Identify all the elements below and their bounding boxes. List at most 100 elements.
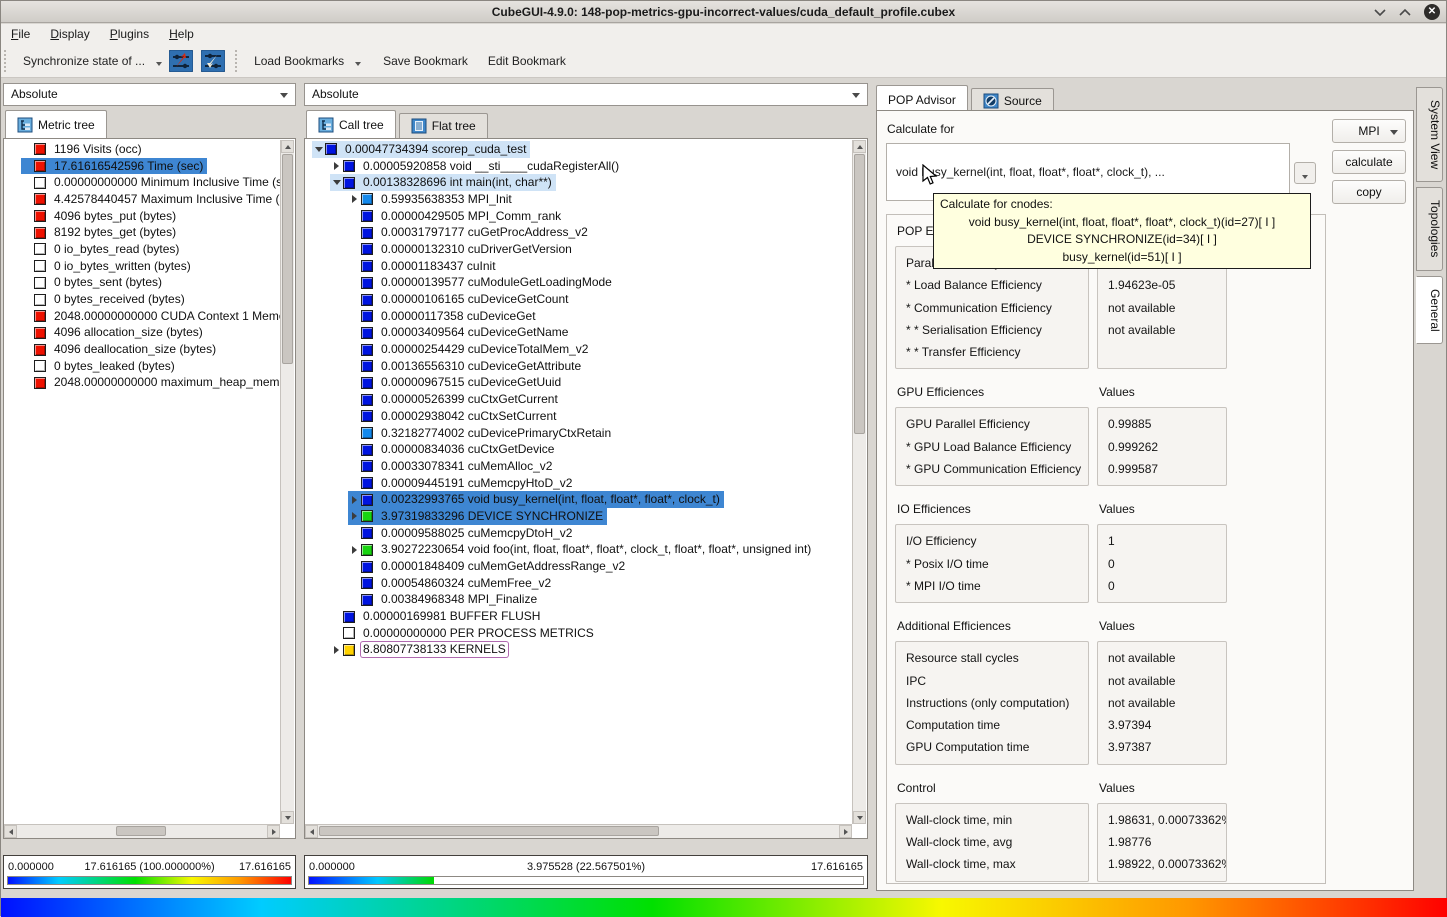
tab-call-tree[interactable]: Call tree — [306, 110, 396, 138]
tree-item[interactable]: 0.00031797177 cuGetProcAddress_v2 — [305, 224, 852, 241]
tree-item[interactable]: 2048.00000000000 CUDA Context 1 Memor — [4, 308, 280, 325]
tree-item[interactable]: 0 bytes_leaked (bytes) — [4, 358, 280, 375]
expander-collapsed-icon[interactable] — [348, 195, 361, 203]
chevron-down-icon[interactable] — [156, 62, 162, 66]
menu-file[interactable]: File — [11, 27, 30, 41]
scrollbar-thumb[interactable] — [854, 154, 865, 434]
scroll-left-icon[interactable] — [305, 825, 318, 838]
tree-item[interactable]: 0.00001183437 cuInit — [305, 258, 852, 275]
call-horizontal-scrollbar[interactable] — [305, 824, 852, 838]
calculate-button[interactable]: calculate — [1332, 150, 1406, 174]
metric-vertical-scrollbar[interactable] — [280, 140, 294, 824]
chevron-down-icon[interactable] — [355, 62, 361, 66]
tree-item[interactable]: 4.42578440457 Maximum Inclusive Time (s — [4, 191, 280, 208]
tree-item[interactable]: 0.00000106165 cuDeviceGetCount — [305, 291, 852, 308]
tab-pop-advisor[interactable]: POP Advisor — [876, 85, 968, 113]
side-tab-topologies[interactable]: Topologies — [1416, 187, 1443, 270]
tree-item[interactable]: 0.00001848409 cuMemGetAddressRange_v2 — [305, 558, 852, 575]
tree-item[interactable]: 0.00000967515 cuDeviceGetUuid — [305, 375, 852, 392]
tree-item[interactable]: 0 bytes_sent (bytes) — [4, 275, 280, 292]
tree-item[interactable]: 3.97319833296 DEVICE SYNCHRONIZE — [305, 508, 852, 525]
scroll-down-icon[interactable] — [281, 811, 294, 824]
tree-item[interactable]: 0.00009445191 cuMemcpyHtoD_v2 — [305, 475, 852, 492]
tree-item[interactable]: 0.00047734394 scorep_cuda_test — [305, 141, 852, 158]
tree-item[interactable]: 0.00000834036 cuCtxGetDevice — [305, 441, 852, 458]
menu-help[interactable]: Help — [169, 27, 194, 41]
scroll-up-icon[interactable] — [281, 140, 294, 153]
maximize-icon[interactable] — [1399, 8, 1411, 16]
expander-collapsed-icon[interactable] — [348, 546, 361, 554]
tree-item[interactable]: 0.00033078341 cuMemAlloc_v2 — [305, 458, 852, 475]
tree-item[interactable]: 0 io_bytes_read (bytes) — [4, 241, 280, 258]
scroll-right-icon[interactable] — [839, 825, 852, 838]
tree-item[interactable]: 0.00000169981 BUFFER FLUSH — [305, 608, 852, 625]
metric-horizontal-scrollbar[interactable] — [4, 824, 280, 838]
scroll-down-icon[interactable] — [853, 811, 866, 824]
tab-flat-tree[interactable]: Flat tree — [399, 113, 488, 138]
tree-item[interactable]: 0.00000132310 cuDriverGetVersion — [305, 241, 852, 258]
tree-item[interactable]: 0.00000139577 cuModuleGetLoadingMode — [305, 275, 852, 292]
tree-item[interactable]: 0.00003409564 cuDeviceGetName — [305, 325, 852, 342]
tree-item[interactable]: 8192 bytes_get (bytes) — [4, 224, 280, 241]
metric-value-mode-combobox[interactable]: Absolute — [3, 83, 296, 106]
save-bookmark-button[interactable]: Save Bookmark — [375, 54, 476, 68]
tree-item[interactable]: 17.61616542596 Time (sec) — [4, 158, 280, 175]
tree-item[interactable]: 0.59935638353 MPI_Init — [305, 191, 852, 208]
scroll-left-icon[interactable] — [4, 825, 17, 838]
expander-collapsed-icon[interactable] — [348, 512, 361, 520]
tree-item[interactable]: 2048.00000000000 maximum_heap_memor — [4, 375, 280, 392]
expander-expanded-icon[interactable] — [330, 180, 343, 185]
sync-send-button[interactable] — [168, 49, 194, 73]
copy-button[interactable]: copy — [1332, 180, 1406, 204]
tree-item[interactable]: 0 bytes_received (bytes) — [4, 291, 280, 308]
cnode-dropdown-button[interactable] — [1294, 162, 1316, 184]
tree-item[interactable]: 3.90272230654 void foo(int, float, float… — [305, 542, 852, 559]
tree-item[interactable]: 0.00232993765 void busy_kernel(int, floa… — [305, 491, 852, 508]
load-bookmarks-button[interactable]: Load Bookmarks — [246, 54, 352, 68]
tree-item[interactable]: 1196 Visits (occ) — [4, 141, 280, 158]
side-tab-system-view[interactable]: System View — [1416, 87, 1443, 182]
tree-item[interactable]: 0.00000000000 PER PROCESS METRICS — [305, 625, 852, 642]
menu-display[interactable]: Display — [50, 27, 89, 41]
scrollbar-thumb[interactable] — [319, 826, 659, 836]
scroll-up-icon[interactable] — [853, 140, 866, 153]
tab-metric-tree[interactable]: Metric tree — [5, 110, 107, 138]
call-value-mode-combobox[interactable]: Absolute — [304, 83, 868, 106]
tree-item[interactable]: 0.00000117358 cuDeviceGet — [305, 308, 852, 325]
toolbar-handle[interactable] — [4, 50, 9, 72]
tree-item[interactable]: 0.00000429505 MPI_Comm_rank — [305, 208, 852, 225]
expander-expanded-icon[interactable] — [312, 147, 325, 152]
tree-item[interactable]: 4096 allocation_size (bytes) — [4, 325, 280, 342]
tree-item[interactable]: 4096 bytes_put (bytes) — [4, 208, 280, 225]
tree-item[interactable]: 0.00384968348 MPI_Finalize — [305, 592, 852, 609]
tree-item[interactable]: 0.00000254429 cuDeviceTotalMem_v2 — [305, 341, 852, 358]
tree-item[interactable]: 0.00138328696 int main(int, char**) — [305, 174, 852, 191]
tree-item[interactable]: 0.00136556310 cuDeviceGetAttribute — [305, 358, 852, 375]
expander-collapsed-icon[interactable] — [348, 496, 361, 504]
scrollbar-thumb[interactable] — [282, 154, 293, 364]
tree-item[interactable]: 0.00002938042 cuCtxSetCurrent — [305, 408, 852, 425]
scrollbar-thumb[interactable] — [116, 826, 166, 836]
tree-item[interactable]: 0.00000526399 cuCtxGetCurrent — [305, 391, 852, 408]
close-icon[interactable]: ✕ — [1424, 4, 1440, 20]
side-tab-general[interactable]: General — [1416, 276, 1443, 345]
expander-collapsed-icon[interactable] — [330, 162, 343, 170]
call-vertical-scrollbar[interactable] — [852, 140, 866, 824]
tree-item[interactable]: 0 io_bytes_written (bytes) — [4, 258, 280, 275]
paradigm-combobox[interactable]: MPI — [1332, 119, 1406, 143]
edit-bookmark-button[interactable]: Edit Bookmark — [480, 54, 574, 68]
tree-item-label: 0.00000117358 cuDeviceGet — [379, 309, 538, 324]
tree-item[interactable]: 0.00005920858 void __sti____cudaRegister… — [305, 158, 852, 175]
sync-receive-button[interactable] — [200, 49, 226, 73]
expander-collapsed-icon[interactable] — [330, 646, 343, 654]
minimize-icon[interactable] — [1374, 8, 1386, 16]
tree-item[interactable]: 8.80807738133 KERNELS — [305, 642, 852, 659]
tree-item[interactable]: 0.00054860324 cuMemFree_v2 — [305, 575, 852, 592]
scroll-right-icon[interactable] — [267, 825, 280, 838]
menu-plugins[interactable]: Plugins — [110, 27, 149, 41]
tree-item[interactable]: 0.00000000000 Minimum Inclusive Time (s — [4, 174, 280, 191]
tree-item[interactable]: 0.00009588025 cuMemcpyDtoH_v2 — [305, 525, 852, 542]
tree-item[interactable]: 0.32182774002 cuDevicePrimaryCtxRetain — [305, 425, 852, 442]
synchronize-state-label[interactable]: Synchronize state of ... — [15, 54, 153, 68]
tree-item[interactable]: 4096 deallocation_size (bytes) — [4, 341, 280, 358]
